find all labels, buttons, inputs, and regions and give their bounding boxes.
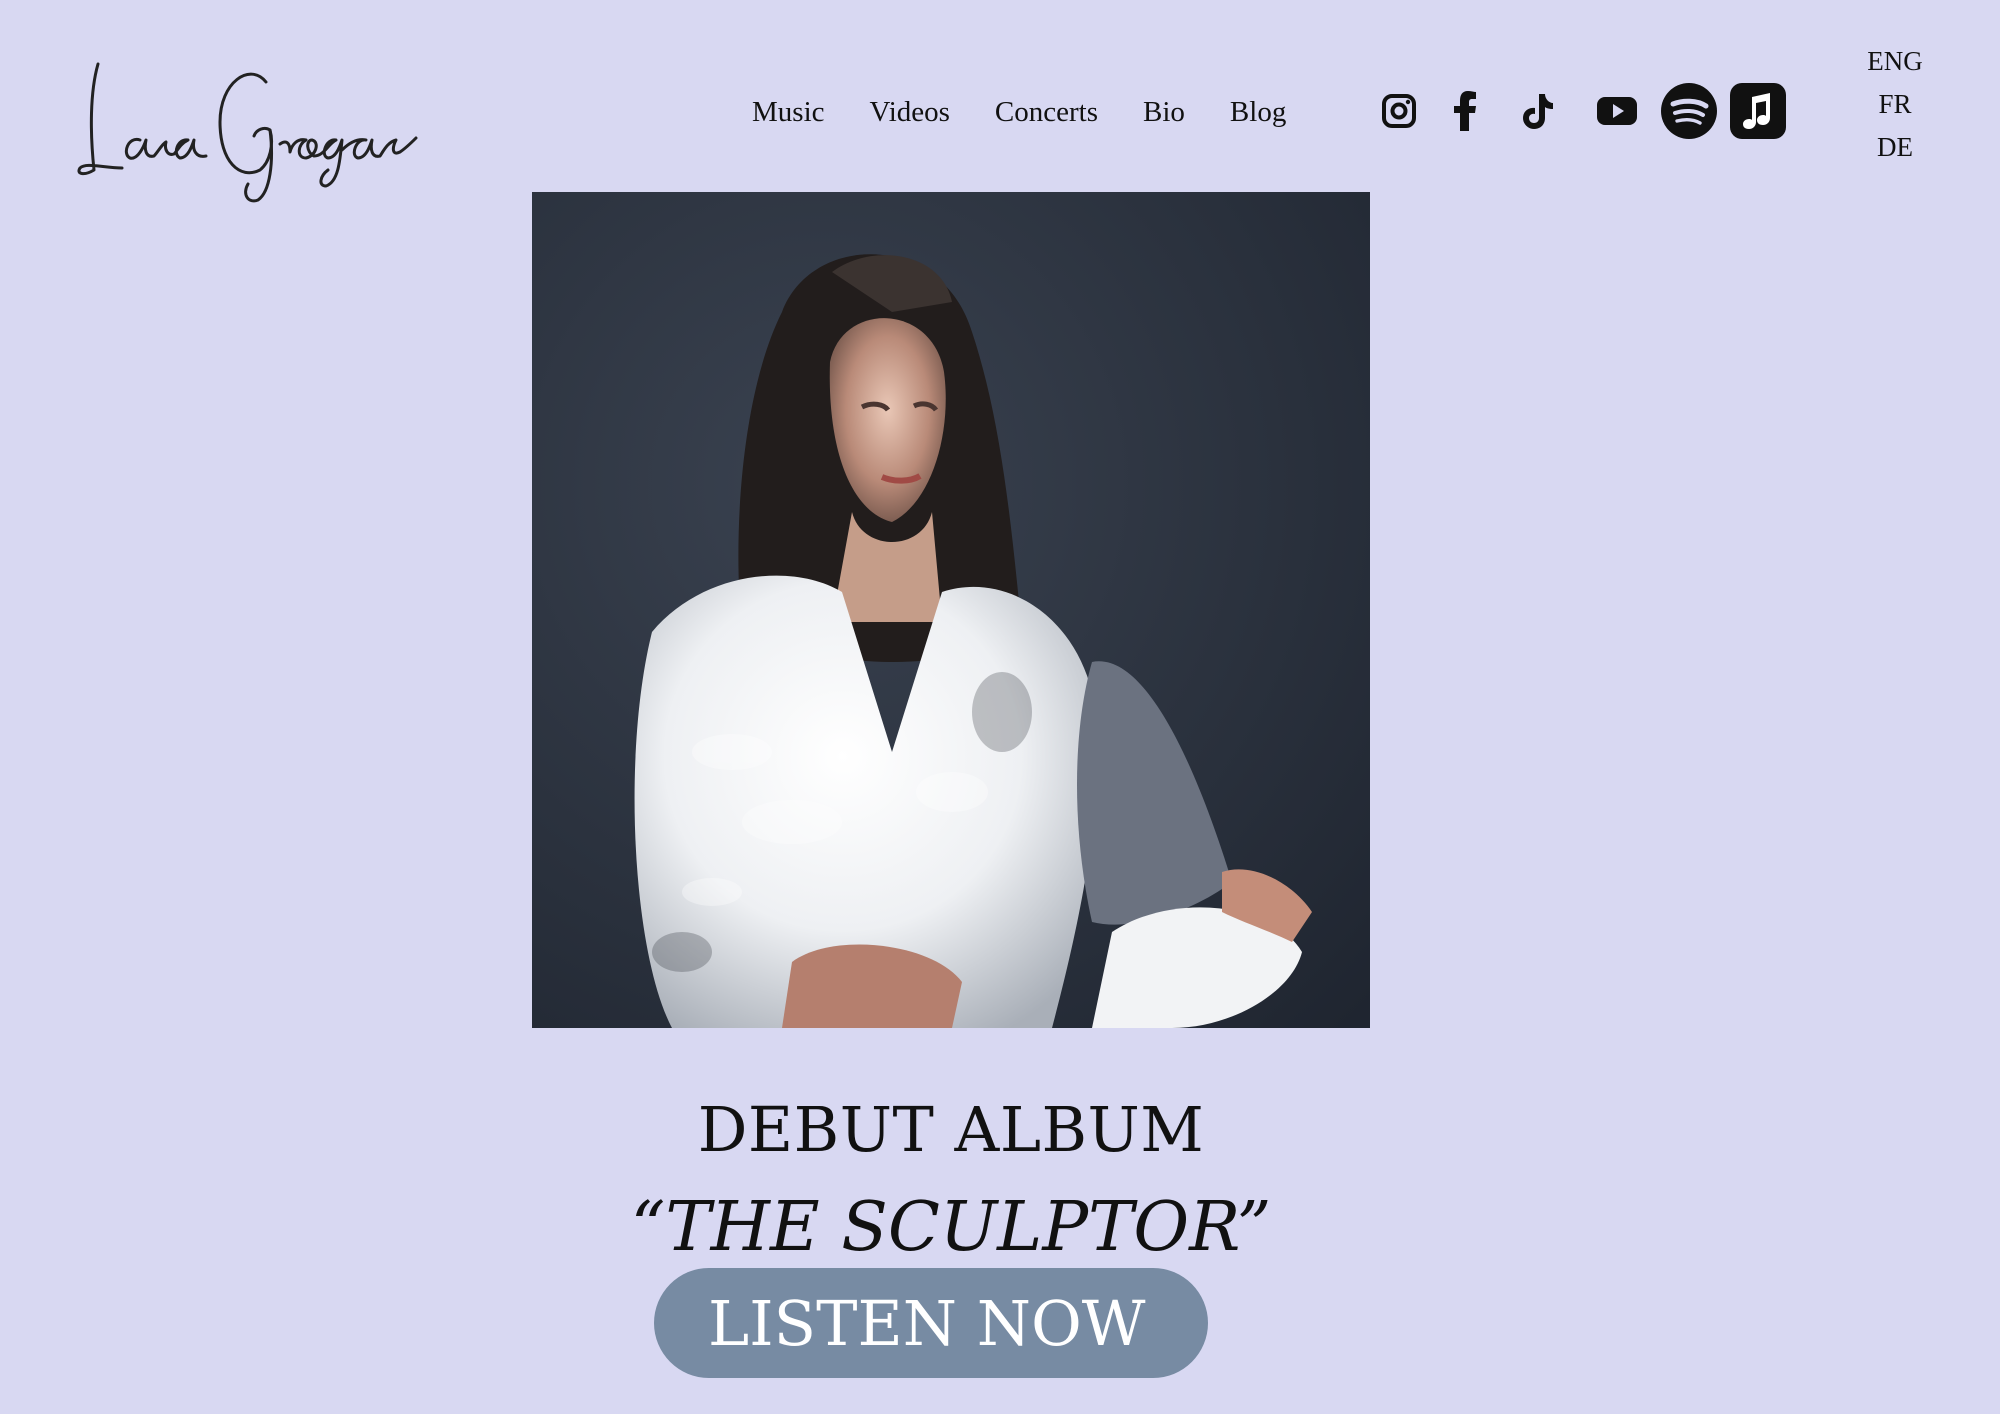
nav-item-concerts[interactable]: Concerts — [995, 92, 1098, 132]
social-links — [1378, 80, 1799, 142]
nav-item-videos[interactable]: Videos — [870, 92, 950, 132]
lang-option-de[interactable]: DE — [1855, 126, 1935, 169]
lang-option-eng[interactable]: ENG — [1855, 40, 1935, 83]
album-artwork[interactable] — [532, 192, 1370, 1028]
listen-now-button[interactable]: LISTEN NOW — [654, 1268, 1208, 1378]
main-nav: Music Videos Concerts Bio Blog — [752, 92, 1331, 132]
facebook-icon[interactable] — [1450, 80, 1480, 142]
tiktok-icon[interactable] — [1520, 80, 1556, 142]
album-heading: DEBUT ALBUM — [697, 1093, 1205, 1166]
site-logo[interactable] — [70, 52, 430, 222]
spotify-icon[interactable] — [1660, 80, 1718, 142]
nav-item-music[interactable]: Music — [752, 92, 825, 132]
album-cover-painting — [532, 192, 1370, 1028]
nav-item-bio[interactable]: Bio — [1143, 92, 1185, 132]
lang-option-fr[interactable]: FR — [1855, 83, 1935, 126]
youtube-icon[interactable] — [1596, 80, 1638, 142]
language-selector: ENG FR DE — [1855, 40, 1935, 169]
nav-item-blog[interactable]: Blog — [1230, 92, 1286, 132]
instagram-icon[interactable] — [1378, 80, 1420, 142]
apple-music-icon[interactable] — [1730, 80, 1786, 142]
album-title: “THE SCULPTOR” — [630, 1188, 1272, 1267]
signature-logo — [77, 62, 418, 203]
